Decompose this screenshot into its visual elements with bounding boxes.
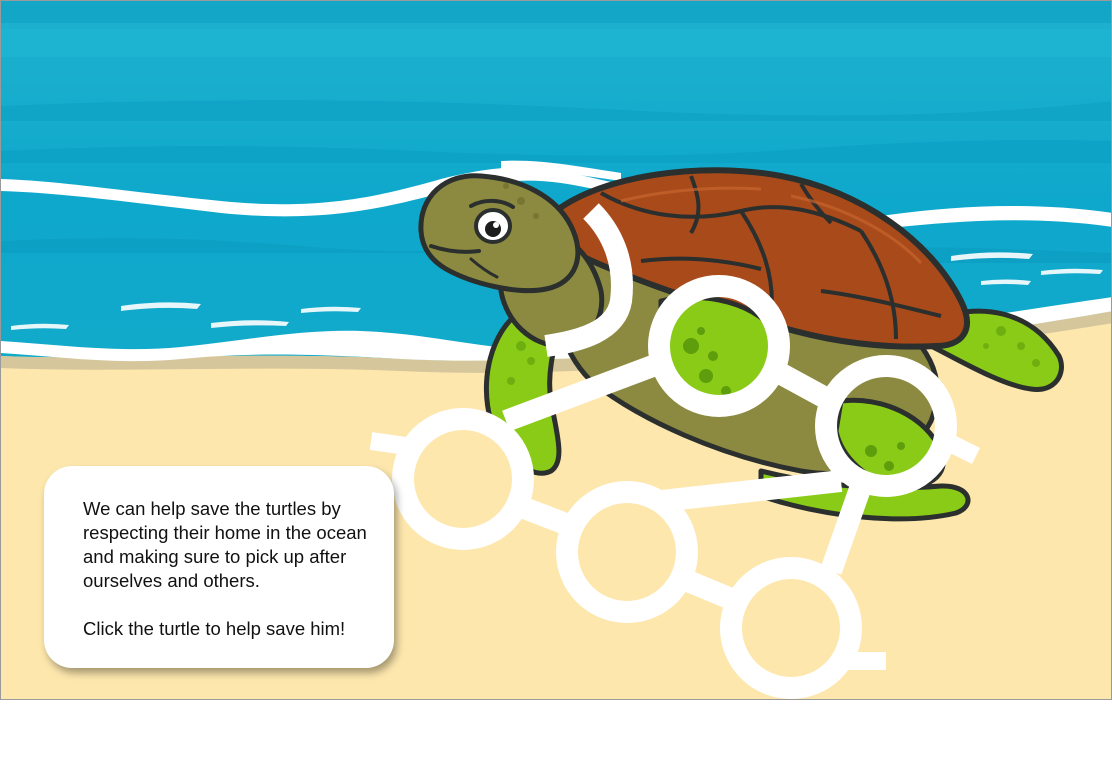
game-stage: We can help save the turtles by respecti… — [0, 0, 1112, 700]
info-message: We can help save the turtles by respecti… — [83, 498, 367, 591]
info-card: We can help save the turtles by respecti… — [44, 466, 394, 668]
info-instruction: Click the turtle to help save him! — [83, 618, 346, 639]
